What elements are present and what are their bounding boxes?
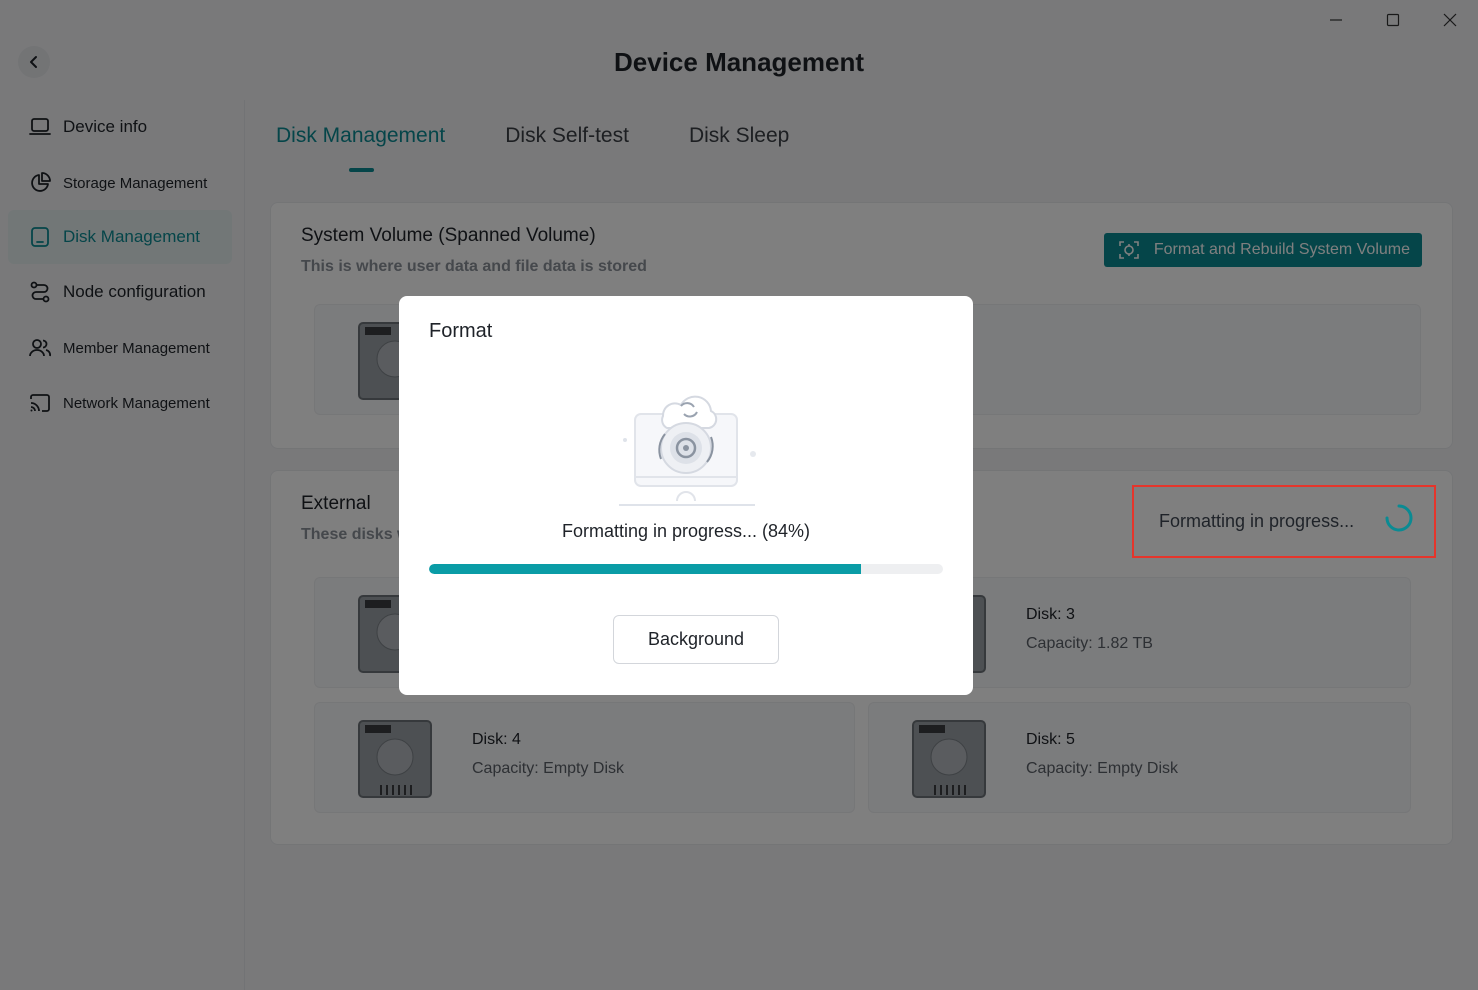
formatting-status-indicator: Formatting in progress... xyxy=(1132,485,1436,558)
format-progress-fill xyxy=(429,564,861,574)
dialog-progress-text: Formatting in progress... (84%) xyxy=(561,521,811,541)
loading-spinner-icon xyxy=(1385,504,1413,532)
format-dialog: Format Formatting in progress... (84%) B… xyxy=(399,296,973,695)
formatting-illustration-icon xyxy=(619,395,756,506)
format-progress-bar xyxy=(429,564,943,574)
formatting-status-text: Formatting in progress... xyxy=(1159,511,1355,531)
background-button[interactable]: Background xyxy=(613,615,779,664)
dialog-title: Format xyxy=(429,320,493,342)
